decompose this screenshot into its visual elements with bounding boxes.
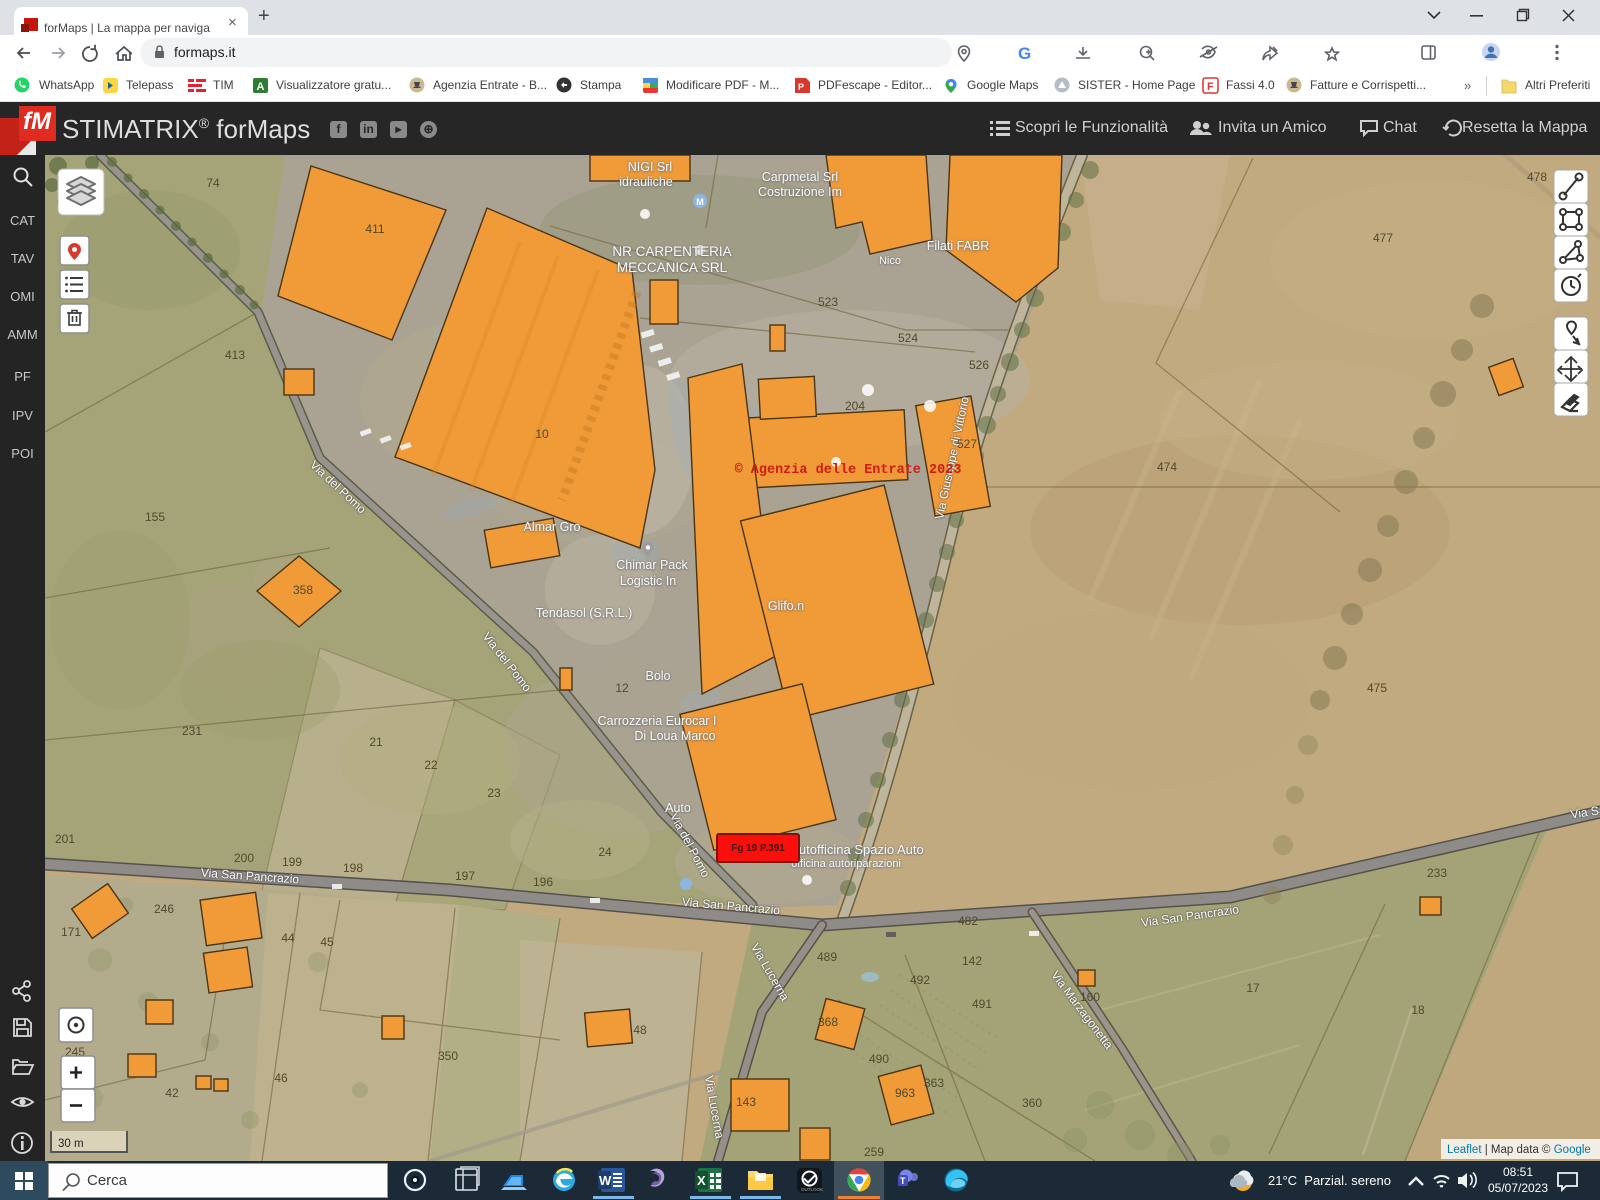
svg-text:350: 350	[438, 1049, 458, 1063]
svg-text:NIGI Srl: NIGI Srl	[628, 160, 672, 174]
svg-text:963: 963	[895, 1086, 915, 1100]
svg-text:482: 482	[958, 914, 978, 928]
svg-text:411: 411	[365, 222, 384, 236]
svg-text:358: 358	[293, 583, 313, 597]
svg-text:Glifo.n: Glifo.n	[768, 599, 804, 613]
svg-text:Logistic In: Logistic In	[620, 574, 676, 588]
svg-text:Leaflet | Map data © Google: Leaflet | Map data © Google	[1447, 1144, 1591, 1156]
svg-text:idrauliche: idrauliche	[619, 175, 673, 189]
svg-text:259: 259	[864, 1145, 884, 1159]
svg-text:478: 478	[1527, 170, 1547, 184]
svg-text:201: 201	[55, 832, 75, 846]
svg-text:30 m: 30 m	[58, 1138, 84, 1150]
svg-text:Costruzione Im: Costruzione Im	[758, 185, 842, 199]
svg-text:Filati FABR: Filati FABR	[927, 239, 990, 253]
svg-text:368: 368	[818, 1015, 838, 1029]
svg-text:Auto: Auto	[665, 801, 691, 815]
svg-text:Di Loua Marco: Di Loua Marco	[634, 729, 715, 743]
svg-text:23: 23	[487, 786, 501, 800]
svg-text:Carpmetal Srl: Carpmetal Srl	[762, 170, 838, 184]
svg-text:199: 199	[282, 855, 302, 869]
svg-text:527: 527	[957, 437, 977, 451]
svg-text:OUTLOOK: OUTLOOK	[801, 1187, 823, 1192]
svg-text:200: 200	[234, 851, 254, 865]
svg-text:491: 491	[972, 997, 992, 1011]
svg-text:48: 48	[633, 1023, 647, 1037]
svg-text:X: X	[697, 1173, 706, 1188]
svg-text:W: W	[599, 1173, 612, 1188]
svg-text:474: 474	[1157, 460, 1177, 474]
svg-text:490: 490	[869, 1052, 889, 1066]
svg-text:197: 197	[455, 869, 475, 883]
svg-text:»: »	[1464, 78, 1471, 93]
svg-text:Fg 19 P.391: Fg 19 P.391	[731, 843, 785, 854]
svg-text:© Agenzia delle Entrate 2023: © Agenzia delle Entrate 2023	[735, 463, 962, 478]
svg-text:Almar Gro: Almar Gro	[524, 520, 581, 534]
svg-text:18: 18	[1411, 1003, 1425, 1017]
svg-text:42: 42	[165, 1086, 179, 1100]
svg-text:143: 143	[736, 1095, 756, 1109]
svg-text:246: 246	[154, 902, 174, 916]
svg-text:74: 74	[206, 176, 220, 190]
svg-text:231: 231	[182, 724, 202, 738]
svg-text:M: M	[696, 197, 704, 207]
svg-text:196: 196	[533, 875, 553, 889]
svg-text:477: 477	[1373, 231, 1393, 245]
svg-text:A: A	[257, 81, 265, 93]
svg-text:officina autoriparazioni: officina autoriparazioni	[791, 858, 901, 870]
svg-text:46: 46	[274, 1071, 288, 1085]
svg-text:17: 17	[1246, 981, 1260, 995]
svg-text:489: 489	[817, 950, 837, 964]
svg-text:523: 523	[818, 295, 838, 309]
svg-text:475: 475	[1367, 681, 1387, 695]
svg-text:12: 12	[615, 681, 629, 695]
svg-text:Tendasol (S.R.L.): Tendasol (S.R.L.)	[536, 606, 633, 620]
svg-text:233: 233	[1427, 866, 1447, 880]
svg-text:10: 10	[535, 427, 549, 441]
svg-text:142: 142	[962, 954, 982, 968]
svg-text:G: G	[1018, 44, 1031, 63]
svg-text:F: F	[1207, 81, 1214, 93]
svg-text:21: 21	[369, 735, 383, 749]
svg-text:413: 413	[225, 348, 245, 362]
svg-text:363: 363	[924, 1076, 944, 1090]
svg-text:22: 22	[424, 758, 438, 772]
svg-text:524: 524	[898, 331, 918, 345]
svg-text:Autofficina Spazio Auto: Autofficina Spazio Auto	[790, 842, 923, 857]
svg-text:NR CARPENTERIA: NR CARPENTERIA	[612, 244, 731, 259]
svg-text:45: 45	[320, 935, 334, 949]
svg-text:171: 171	[61, 925, 81, 939]
svg-text:Chimar Pack: Chimar Pack	[616, 558, 688, 572]
svg-text:198: 198	[343, 861, 363, 875]
svg-text:T: T	[900, 1176, 906, 1186]
svg-text:526: 526	[969, 358, 989, 372]
svg-text:Bolo: Bolo	[645, 669, 670, 683]
svg-text:160: 160	[1080, 990, 1100, 1004]
svg-text:24: 24	[598, 845, 612, 859]
svg-text:MECCANICA SRL: MECCANICA SRL	[617, 260, 728, 275]
svg-text:Nico: Nico	[879, 255, 901, 267]
svg-text:360: 360	[1022, 1096, 1042, 1110]
svg-text:204: 204	[845, 399, 865, 413]
svg-text:Carrozzeria Eurocar I: Carrozzeria Eurocar I	[598, 714, 717, 728]
svg-text:492: 492	[910, 973, 930, 987]
svg-text:P: P	[798, 82, 804, 92]
svg-text:44: 44	[281, 931, 295, 945]
svg-text:155: 155	[145, 510, 165, 524]
